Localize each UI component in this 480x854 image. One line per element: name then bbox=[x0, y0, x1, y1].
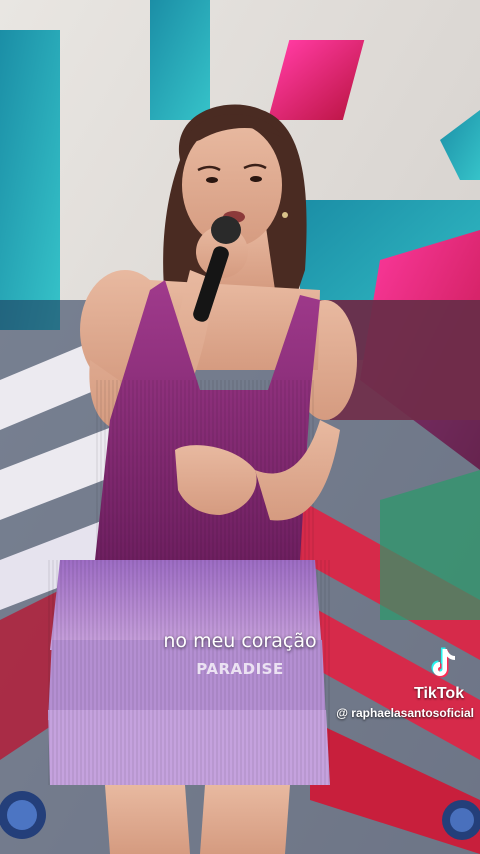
video-still bbox=[0, 0, 480, 854]
brand-name: PARADISE bbox=[196, 660, 284, 678]
tiktok-logo-icon bbox=[431, 647, 455, 678]
tiktok-wordmark: TikTok bbox=[414, 685, 465, 702]
event-brand-logo: PARADISE bbox=[0, 660, 480, 678]
video-caption: no meu coração bbox=[163, 630, 317, 652]
video-frame[interactable]: no meu coração PARADISE TikTok @ raphael… bbox=[0, 0, 480, 854]
creator-handle[interactable]: @ raphaelasantosoficial bbox=[336, 706, 474, 720]
